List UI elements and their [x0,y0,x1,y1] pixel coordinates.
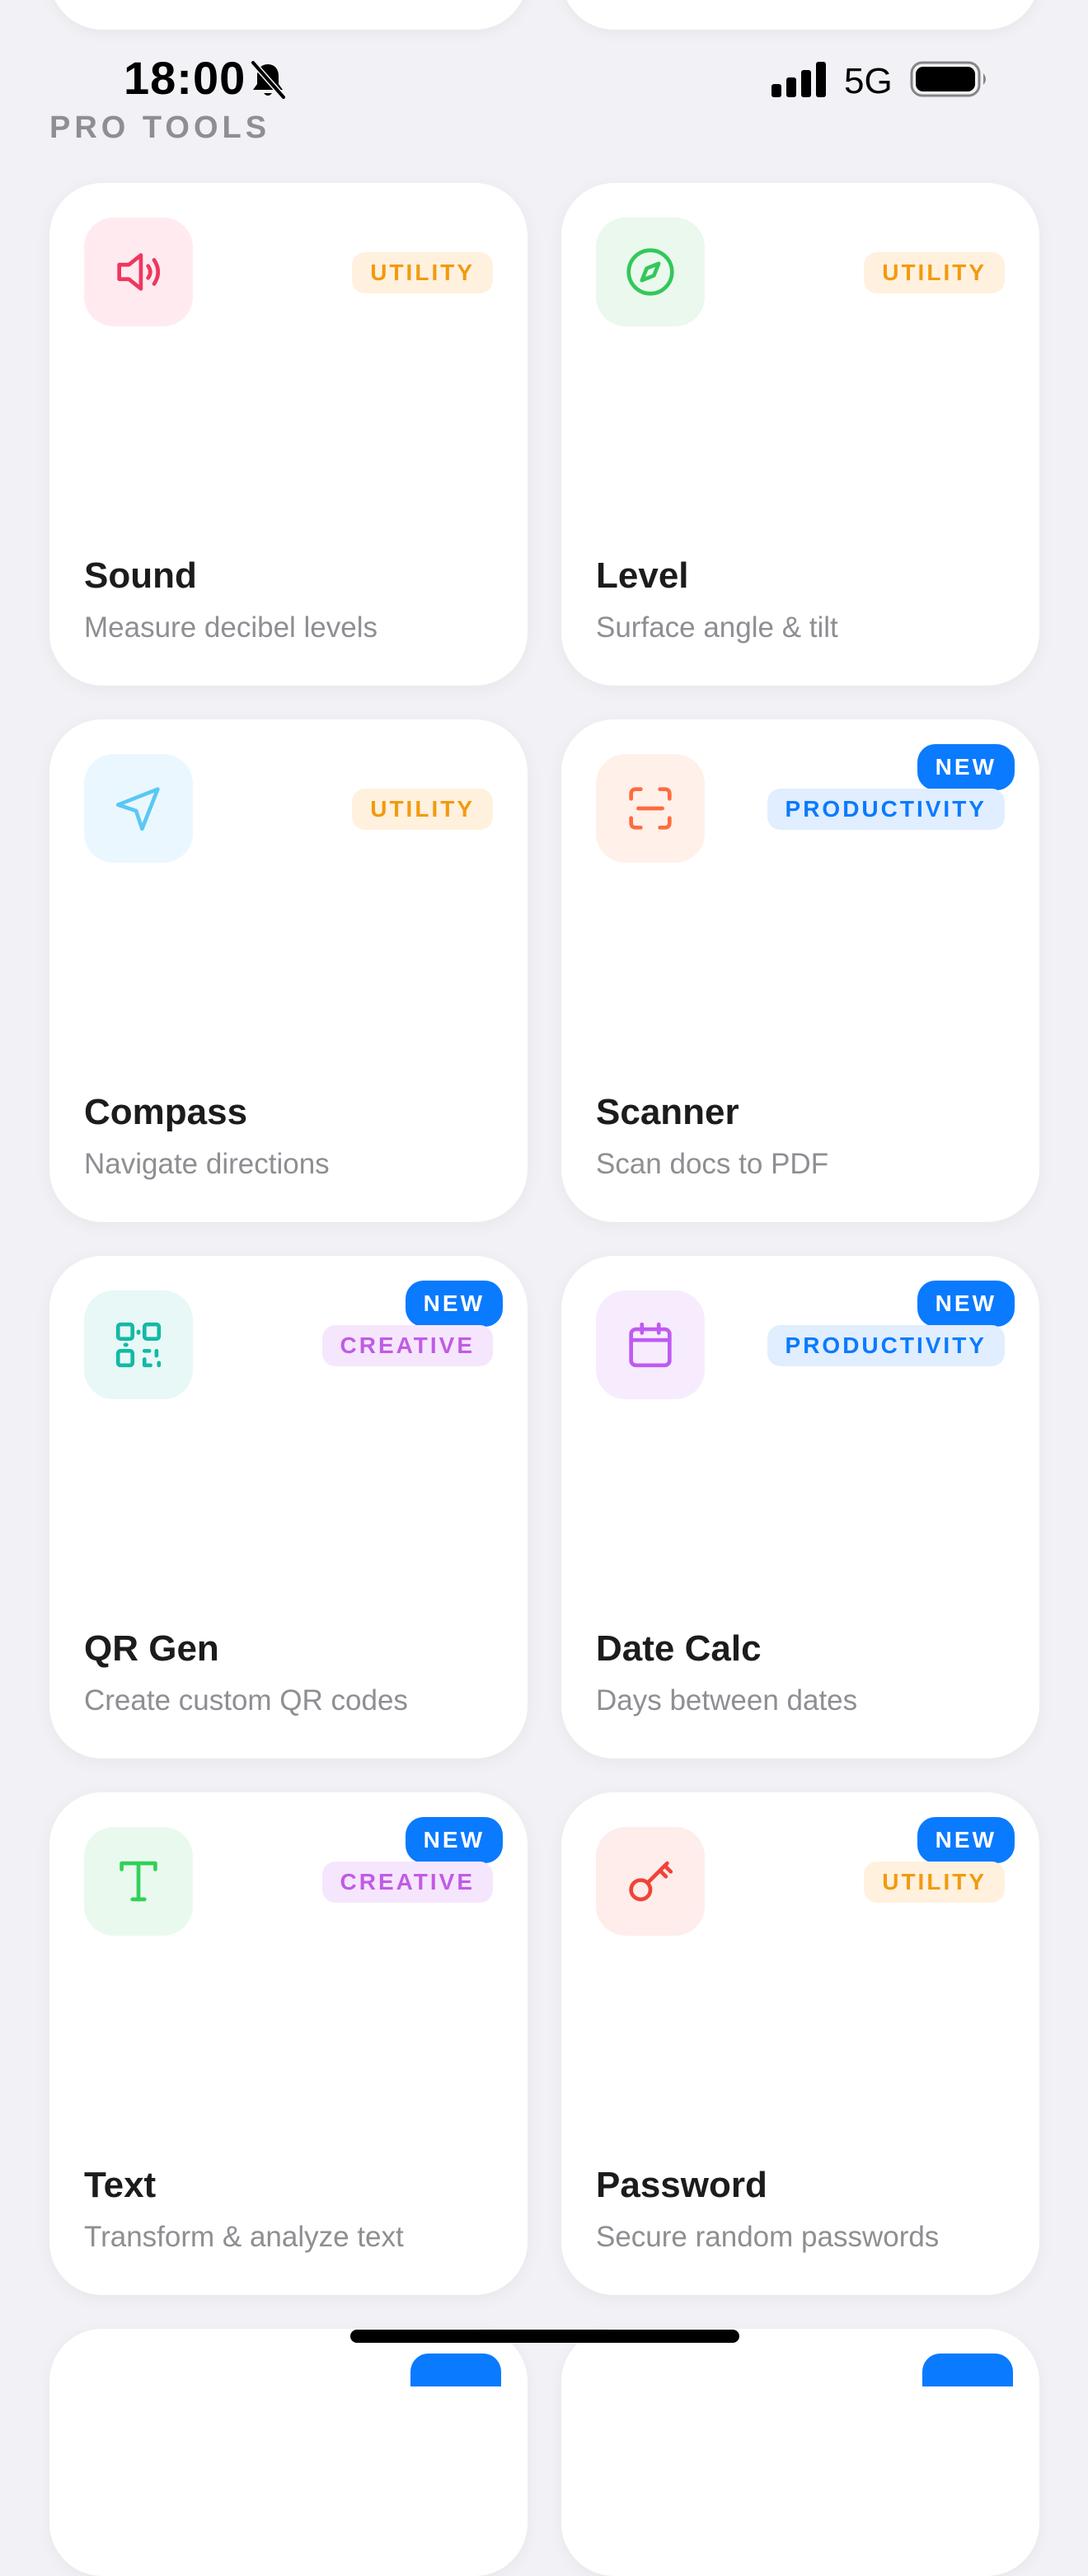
new-badge: NEW [917,1817,1015,1863]
tool-card-scanner[interactable]: NEW PRODUCTIVITY Scanner Scan docs to PD… [561,719,1039,1222]
icon-tile [596,218,705,326]
scan-icon [629,787,672,830]
category-tag: CREATIVE [321,1325,493,1366]
qr-code-icon [115,1322,162,1368]
card-title: QR Gen [84,1628,219,1669]
card-subtitle: Navigate directions [84,1148,330,1180]
tool-card-compass[interactable]: UTILITY Compass Navigate directions [49,719,528,1222]
icon-tile [84,1827,193,1936]
new-badge: NEW [917,744,1015,790]
speaker-icon [117,253,161,291]
card-subtitle: Surface angle & tilt [596,611,838,644]
card-subtitle: Secure random passwords [596,2221,940,2253]
card-title: Date Calc [596,1628,762,1669]
card-subtitle: Scan docs to PDF [596,1148,829,1180]
icon-tile [596,1290,705,1399]
new-badge: NEW [405,1817,503,1863]
signal-icon [771,62,826,97]
card-subtitle: Create custom QR codes [84,1684,408,1717]
home-indicator[interactable] [350,2330,739,2343]
tool-card-date-calc[interactable]: NEW PRODUCTIVITY Date Calc Days between … [561,1256,1039,1759]
text-icon [120,1861,157,1902]
tool-card-sound[interactable]: UTILITY Sound Measure decibel levels [49,183,528,686]
calendar-icon [629,1322,672,1368]
card-subtitle: Days between dates [596,1684,858,1717]
icon-tile [84,1290,193,1399]
icon-tile [596,754,705,863]
category-tag: CREATIVE [321,1862,493,1903]
tool-card-qr-gen[interactable]: NEW CREATIVE QR Gen Create custom QR cod… [49,1256,528,1759]
compass-icon [626,248,674,296]
new-badge-peek-left [410,2354,501,2386]
category-tag: PRODUCTIVITY [767,789,1005,830]
card-title: Level [596,555,689,596]
card-title: Sound [84,555,197,596]
tool-card-password[interactable]: NEW UTILITY Password Secure random passw… [561,1792,1039,2295]
category-tag: UTILITY [864,252,1005,293]
category-tag: UTILITY [352,789,493,830]
card-title: Text [84,2165,157,2205]
icon-tile [84,218,193,326]
tool-card-level[interactable]: UTILITY Level Surface angle & tilt [561,183,1039,686]
category-tag: UTILITY [352,252,493,293]
icon-tile [596,1827,705,1936]
network-label: 5G [844,61,893,101]
card-title: Scanner [596,1092,739,1132]
new-badge: NEW [917,1281,1015,1327]
card-subtitle: Transform & analyze text [84,2221,404,2253]
key-icon [629,1861,673,1902]
section-title: PRO TOOLS [49,110,271,145]
category-tag: PRODUCTIVITY [767,1325,1005,1366]
new-badge: NEW [405,1281,503,1327]
tool-card-text[interactable]: NEW CREATIVE Text Transform & analyze te… [49,1792,528,2295]
icon-tile [84,754,193,863]
bell-slash-icon [251,60,286,100]
status-time: 18:00 [124,52,246,104]
category-tag: UTILITY [864,1862,1005,1903]
card-title: Password [596,2165,767,2205]
card-subtitle: Measure decibel levels [84,611,378,644]
card-title: Compass [84,1092,248,1132]
battery-icon [910,61,986,97]
new-badge-peek-right [922,2354,1013,2386]
navigation-arrow-icon [115,787,160,831]
